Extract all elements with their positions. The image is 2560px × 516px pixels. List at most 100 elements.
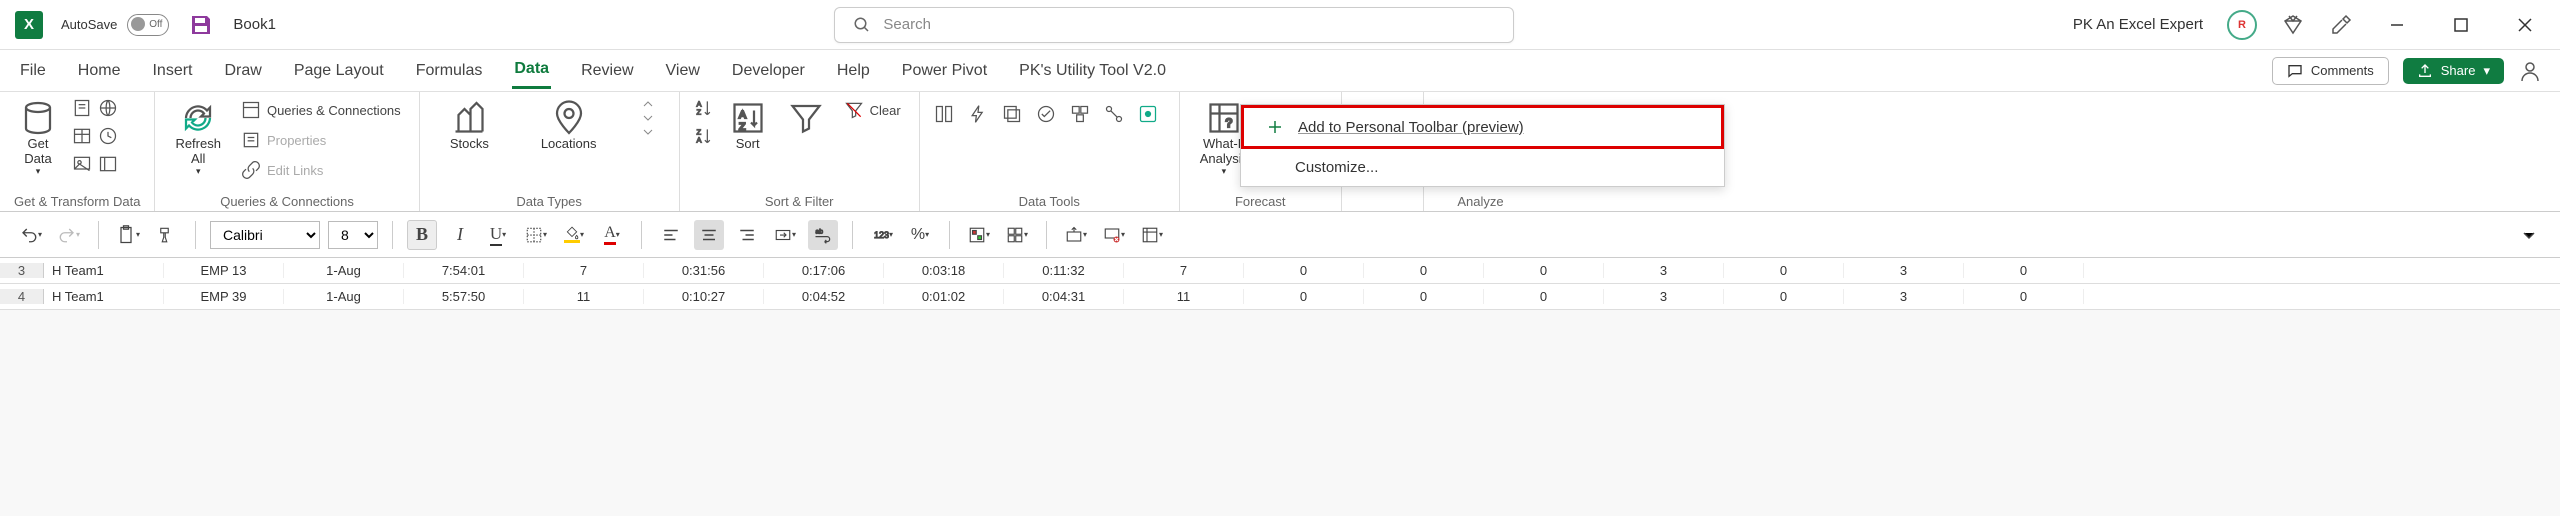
maximize-button[interactable]: [2441, 18, 2481, 32]
scroll-up-icon[interactable]: [642, 98, 654, 110]
collapse-ribbon-button[interactable]: [2514, 220, 2544, 250]
toggle-switch[interactable]: Off: [127, 14, 169, 36]
delete-icon: [1103, 226, 1121, 244]
group-label-analyze: Analyze: [1438, 190, 1523, 211]
text-to-columns-icon[interactable]: [934, 104, 954, 124]
merge-button[interactable]: ▾: [770, 220, 800, 250]
tab-file[interactable]: File: [18, 54, 48, 88]
tab-help[interactable]: Help: [835, 54, 872, 88]
title-bar-right: PK An Excel Expert R: [2073, 10, 2545, 40]
share-button[interactable]: Share ▾: [2403, 58, 2504, 84]
format-cells-button[interactable]: ▾: [1137, 220, 1167, 250]
recent-sources-icon[interactable]: [98, 126, 118, 146]
align-center-button[interactable]: [694, 220, 724, 250]
cond-format-icon: [968, 226, 986, 244]
fill-color-button[interactable]: ▾: [559, 220, 589, 250]
worksheet[interactable]: 3 H Team1 EMP 13 1-Aug 7:54:01 7 0:31:56…: [0, 258, 2560, 310]
undo-button[interactable]: ▾: [16, 220, 46, 250]
sort-asc-icon[interactable]: AZ: [694, 98, 714, 118]
row-header[interactable]: 4: [0, 289, 44, 304]
scroll-down-icon[interactable]: [642, 112, 654, 124]
borders-button[interactable]: ▾: [521, 220, 551, 250]
location-icon: [551, 100, 587, 136]
tab-insert[interactable]: Insert: [150, 54, 194, 88]
remove-dupes-icon[interactable]: [1002, 104, 1022, 124]
table-row[interactable]: 4 H Team1 EMP 39 1-Aug 5:57:50 11 0:10:2…: [0, 284, 2560, 310]
row-header[interactable]: 3: [0, 263, 44, 278]
group-label-data-tools: Data Tools: [934, 190, 1165, 211]
italic-button[interactable]: I: [445, 220, 475, 250]
format-icon: [1141, 226, 1159, 244]
tab-developer[interactable]: Developer: [730, 54, 807, 88]
redo-icon: [58, 226, 76, 244]
autosave-toggle[interactable]: AutoSave Off: [61, 14, 169, 36]
cell-styles-button[interactable]: ▾: [1002, 220, 1032, 250]
tab-review[interactable]: Review: [579, 54, 635, 88]
tab-power-pivot[interactable]: Power Pivot: [900, 54, 989, 88]
conditional-format-button[interactable]: ▾: [964, 220, 994, 250]
from-text-icon[interactable]: [72, 98, 92, 118]
user-avatar[interactable]: R: [2227, 10, 2257, 40]
filter-button[interactable]: [782, 98, 830, 138]
number-format-button[interactable]: 123▾: [867, 220, 897, 250]
table-row[interactable]: 3 H Team1 EMP 13 1-Aug 7:54:01 7 0:31:56…: [0, 258, 2560, 284]
from-table-icon[interactable]: [72, 126, 92, 146]
person-icon[interactable]: [2518, 59, 2542, 83]
stocks-button[interactable]: Stocks: [444, 98, 495, 153]
data-model-icon[interactable]: [1138, 104, 1158, 124]
existing-conn-icon[interactable]: [98, 154, 118, 174]
get-data-button[interactable]: Get Data ▾: [14, 98, 62, 179]
group-get-transform: Get Data ▾ Get & Transform Data: [0, 92, 155, 211]
refresh-all-button[interactable]: Refresh All ▾: [169, 98, 227, 179]
wrap-text-button[interactable]: ab: [808, 220, 838, 250]
minimize-button[interactable]: [2377, 18, 2417, 32]
clear-filter-button[interactable]: Clear: [840, 98, 905, 122]
diamond-icon[interactable]: [2281, 13, 2305, 37]
tab-data[interactable]: Data: [512, 52, 551, 89]
user-name[interactable]: PK An Excel Expert: [2073, 16, 2203, 33]
from-web-icon[interactable]: [98, 98, 118, 118]
font-size-select[interactable]: 8: [328, 221, 378, 249]
redo-button[interactable]: ▾: [54, 220, 84, 250]
delete-cells-button[interactable]: ▾: [1099, 220, 1129, 250]
eyedropper-icon[interactable]: [2329, 13, 2353, 37]
insert-cells-button[interactable]: ▾: [1061, 220, 1091, 250]
queries-connections-button[interactable]: Queries & Connections: [237, 98, 405, 122]
paste-button[interactable]: ▾: [113, 220, 143, 250]
tab-view[interactable]: View: [664, 54, 702, 88]
font-color-button[interactable]: A▾: [597, 220, 627, 250]
percent-button[interactable]: %▾: [905, 220, 935, 250]
search-box[interactable]: Search: [834, 7, 1514, 43]
sort-button[interactable]: AZ Sort: [724, 98, 772, 153]
comments-button[interactable]: Comments: [2272, 57, 2389, 85]
group-data-tools: Data Tools: [920, 92, 1180, 211]
from-picture-icon[interactable]: [72, 154, 92, 174]
svg-text:A: A: [739, 109, 746, 121]
menu-customize[interactable]: Customize...: [1241, 149, 1724, 186]
expand-icon[interactable]: [642, 126, 654, 138]
underline-button[interactable]: U▾: [483, 220, 513, 250]
save-icon[interactable]: [189, 13, 213, 37]
bold-button[interactable]: B: [407, 220, 437, 250]
sort-desc-icon[interactable]: ZA: [694, 126, 714, 146]
flash-fill-icon[interactable]: [968, 104, 988, 124]
close-button[interactable]: [2505, 18, 2545, 32]
locations-button[interactable]: Locations: [535, 98, 603, 153]
align-right-button[interactable]: [732, 220, 762, 250]
tab-page-layout[interactable]: Page Layout: [292, 54, 386, 88]
tab-home[interactable]: Home: [76, 54, 123, 88]
tab-draw[interactable]: Draw: [222, 54, 263, 88]
format-painter-button[interactable]: [151, 220, 181, 250]
font-select[interactable]: Calibri: [210, 221, 320, 249]
consolidate-icon[interactable]: [1070, 104, 1090, 124]
data-validation-icon[interactable]: [1036, 104, 1056, 124]
tab-pk-utility[interactable]: PK's Utility Tool V2.0: [1017, 54, 1168, 88]
workbook-name[interactable]: Book1: [233, 16, 276, 33]
menu-add-personal-toolbar[interactable]: Add to Personal Toolbar (preview): [1241, 105, 1724, 149]
align-left-button[interactable]: [656, 220, 686, 250]
properties-button: Properties: [237, 128, 405, 152]
tab-formulas[interactable]: Formulas: [414, 54, 485, 88]
relationships-icon[interactable]: [1104, 104, 1124, 124]
align-center-icon: [700, 226, 718, 244]
borders-icon: [525, 226, 543, 244]
